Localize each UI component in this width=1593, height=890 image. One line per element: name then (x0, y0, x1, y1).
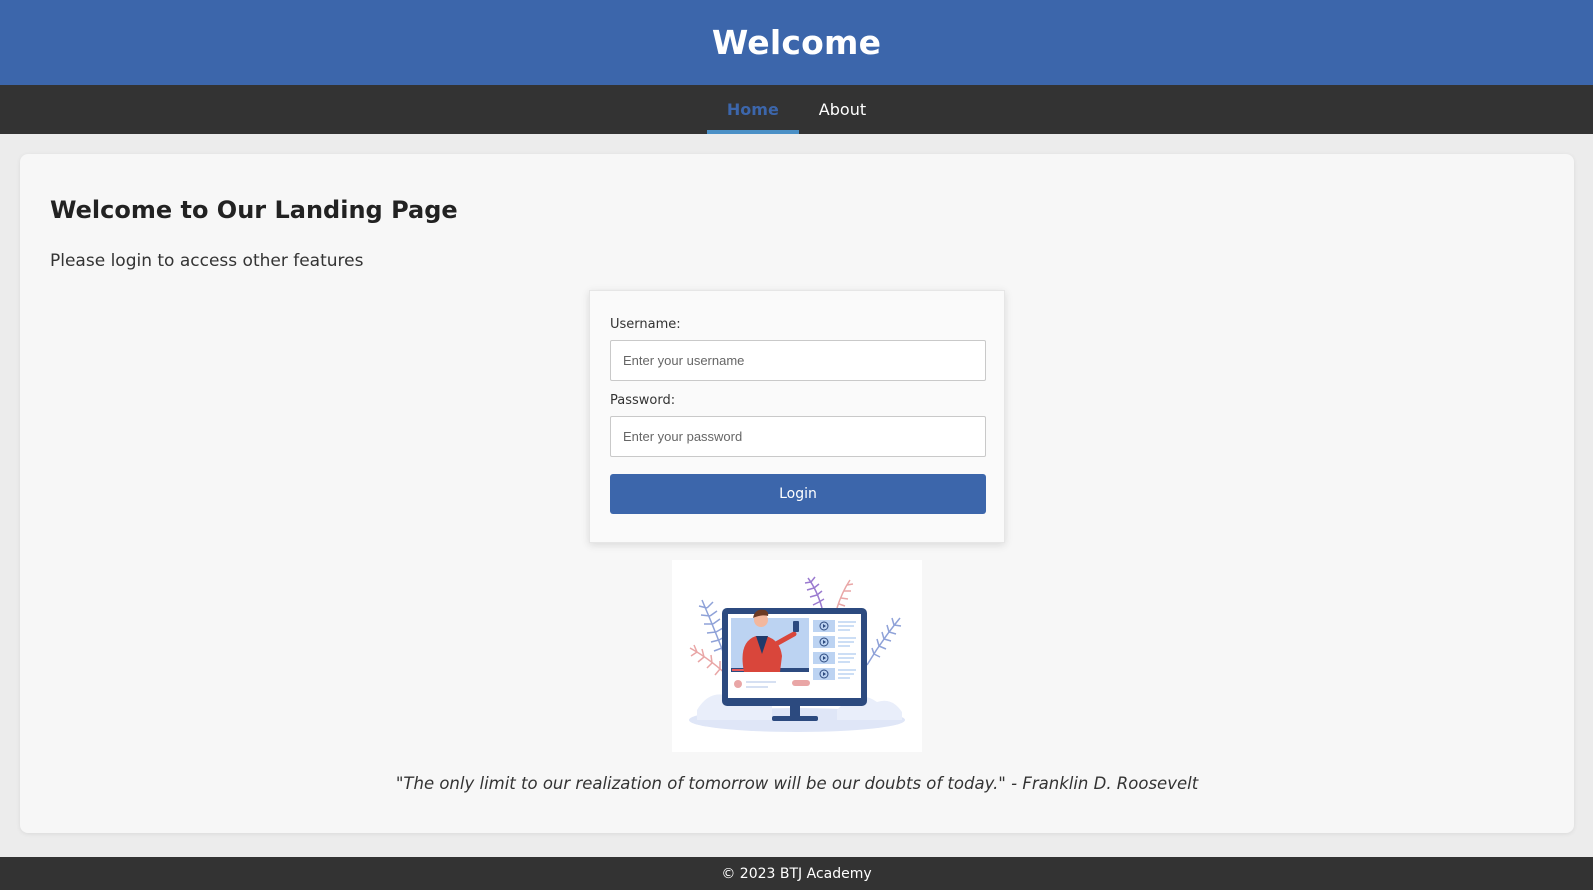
login-button[interactable]: Login (610, 474, 986, 514)
footer-copyright: © 2023 BTJ Academy (721, 865, 872, 882)
page-subtitle: Please login to access other features (50, 251, 364, 271)
page-footer: © 2023 BTJ Academy (0, 857, 1593, 890)
password-input[interactable] (610, 416, 986, 457)
username-label: Username: (610, 317, 681, 332)
password-label: Password: (610, 393, 676, 408)
main-content-card: Welcome to Our Landing Page Please login… (20, 154, 1574, 833)
online-video-presenter-illustration-icon (689, 576, 905, 732)
online-video-illustration (672, 560, 922, 752)
main-nav: Home About (0, 85, 1593, 134)
page-heading: Welcome to Our Landing Page (50, 196, 458, 224)
nav-about-link[interactable]: About (799, 85, 886, 134)
username-input[interactable] (610, 340, 986, 381)
nav-home-link[interactable]: Home (706, 85, 799, 134)
login-form: Username: Password: Login (589, 290, 1005, 543)
quote-text: "The only limit to our realization of to… (395, 774, 1199, 793)
header-title: Welcome (711, 23, 882, 62)
page-header: Welcome (0, 0, 1593, 85)
